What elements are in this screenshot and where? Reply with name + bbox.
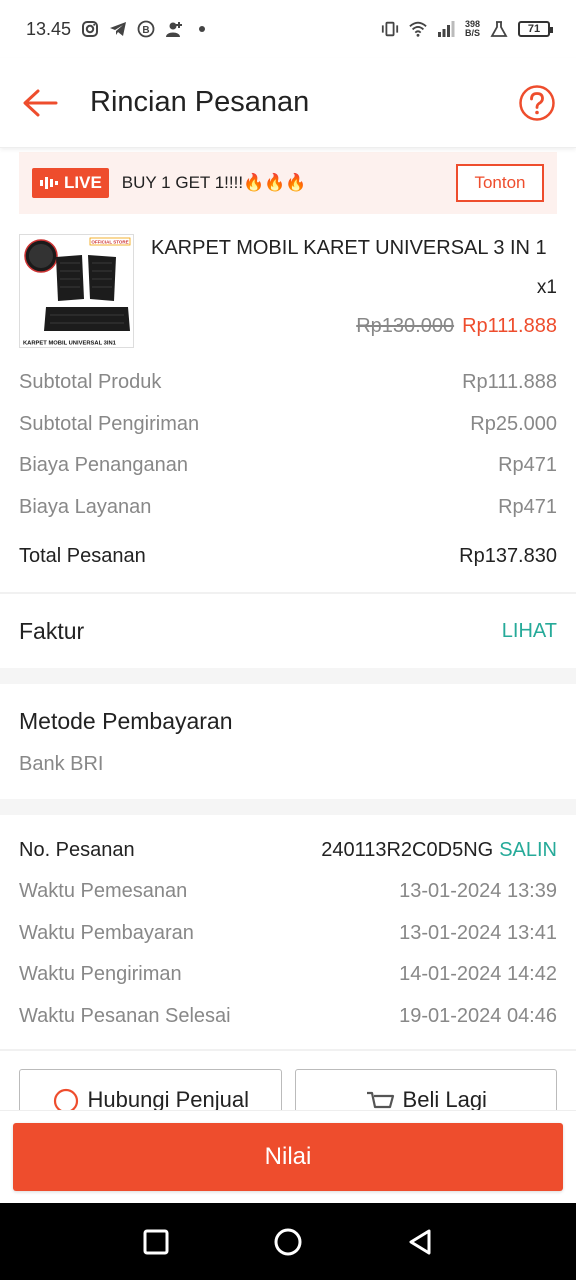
- home-button[interactable]: [268, 1222, 308, 1262]
- order-time-row: Waktu Pemesanan 13-01-2024 13:39: [19, 871, 557, 913]
- dot-icon: [199, 26, 206, 32]
- triangle-back-icon: [409, 1229, 431, 1254]
- svg-text:B: B: [142, 25, 149, 36]
- telegram-icon: [110, 22, 127, 36]
- product-quantity: x1: [536, 277, 557, 298]
- image-product-label: KARPET MOBIL UNIVERSAL 3IN1: [23, 341, 117, 347]
- product-name: KARPET MOBIL KARET UNIVERSAL 3 IN 1: [151, 237, 547, 259]
- order-time-value: 14-01-2024 14:42: [399, 963, 557, 986]
- payment-method-value: Bank BRI: [19, 753, 104, 775]
- net-speed: 398 B/S: [465, 20, 480, 38]
- order-time-label: Waktu Pembayaran: [19, 921, 194, 944]
- b-app-icon: B: [137, 20, 155, 38]
- copy-order-number-button[interactable]: SALIN: [499, 839, 557, 861]
- contact-seller-label: Hubungi Penjual: [87, 1087, 249, 1110]
- fee-row: Biaya Layanan Rp471: [19, 487, 557, 529]
- order-time-label: Waktu Pesanan Selesai: [19, 1004, 231, 1027]
- battery-icon: 71: [518, 21, 553, 37]
- fee-value: Rp471: [498, 454, 557, 477]
- back-button[interactable]: [20, 83, 60, 123]
- order-time-row: Waktu Pesanan Selesai 19-01-2024 04:46: [19, 996, 557, 1038]
- fee-label: Subtotal Pengiriman: [19, 412, 200, 435]
- arrow-left-icon: [23, 89, 58, 116]
- total-row: Total Pesanan Rp137.830: [19, 532, 557, 580]
- system-nav-bar: [0, 1203, 576, 1280]
- fee-label: Biaya Penanganan: [19, 454, 189, 477]
- invoice-label: Faktur: [19, 617, 85, 644]
- fee-value: Rp25.000: [470, 412, 557, 435]
- question-circle-icon: [519, 84, 555, 121]
- vibrate-icon: [381, 21, 399, 37]
- order-number-label: No. Pesanan: [19, 838, 135, 861]
- status-bar: 13.45 B 398 B/S 71: [0, 0, 576, 58]
- order-detail-content[interactable]: LIVE BUY 1 GET 1!!!!🔥🔥🔥 Tonton OFFICIAL …: [0, 148, 576, 1110]
- invoice-row[interactable]: Faktur LIHAT: [0, 594, 576, 668]
- fee-label: Biaya Layanan: [19, 495, 152, 518]
- buy-again-label: Beli Lagi: [402, 1087, 487, 1110]
- section-divider: [0, 668, 576, 684]
- fee-row: Biaya Penanganan Rp471: [19, 445, 557, 487]
- buy-again-button[interactable]: Beli Lagi: [294, 1069, 557, 1110]
- discounted-price: Rp111.888: [462, 315, 557, 337]
- total-label: Total Pesanan: [19, 544, 146, 567]
- view-invoice-link[interactable]: LIHAT: [502, 620, 557, 643]
- status-time: 13.45: [26, 18, 72, 39]
- payment-method-section: Metode Pembayaran Bank BRI: [0, 684, 576, 799]
- order-number-value: 240113R2C0D5NG: [321, 838, 494, 861]
- product-price: Rp130.000 Rp111.888: [151, 315, 557, 338]
- fee-value: Rp111.888: [462, 371, 557, 394]
- image-store-label: OFFICIAL STORE: [91, 240, 128, 245]
- order-time-value: 13-01-2024 13:39: [399, 880, 557, 903]
- order-time-row: Waktu Pengiriman 14-01-2024 14:42: [19, 954, 557, 996]
- product-info: KARPET MOBIL KARET UNIVERSAL 3 IN 1 x1 R…: [151, 234, 557, 352]
- recents-button[interactable]: [136, 1222, 176, 1262]
- live-bars-icon: [40, 177, 58, 189]
- wifi-icon: [409, 21, 427, 37]
- signal-icon: [437, 21, 455, 37]
- live-badge: LIVE: [32, 168, 109, 198]
- order-info-section: No. Pesanan 240113R2C0D5NG SALIN Waktu Pe…: [0, 815, 576, 1037]
- order-time-row: Waktu Pembayaran 13-01-2024 13:41: [19, 913, 557, 955]
- page-title: Rincian Pesanan: [90, 86, 310, 118]
- rate-button[interactable]: Nilai: [13, 1123, 563, 1191]
- fee-row: Subtotal Produk Rp111.888: [19, 362, 557, 404]
- back-nav-button[interactable]: [400, 1222, 440, 1262]
- live-banner-text: BUY 1 GET 1!!!!🔥🔥🔥: [121, 173, 307, 192]
- net-speed-unit: B/S: [464, 28, 480, 38]
- order-time-label: Waktu Pengiriman: [19, 963, 182, 986]
- live-badge-label: LIVE: [64, 173, 102, 192]
- car-mat-illustration: OFFICIAL STORE KARPET MOBIL UNIVERSAL 3I…: [20, 235, 133, 347]
- square-icon: [143, 1229, 169, 1254]
- instagram-icon: [82, 21, 99, 37]
- order-time-label: Waktu Pemesanan: [19, 880, 188, 903]
- fee-label: Subtotal Produk: [19, 371, 162, 394]
- order-time-value: 13-01-2024 13:41: [399, 921, 557, 944]
- flask-icon: [490, 21, 508, 37]
- product-image[interactable]: OFFICIAL STORE KARPET MOBIL UNIVERSAL 3I…: [19, 234, 134, 348]
- help-button[interactable]: [518, 84, 556, 122]
- section-divider: [0, 799, 576, 815]
- action-buttons: Hubungi Penjual Beli Lagi: [0, 1051, 576, 1110]
- order-time-value: 19-01-2024 04:46: [399, 1004, 557, 1027]
- live-banner[interactable]: LIVE BUY 1 GET 1!!!!🔥🔥🔥 Tonton: [19, 152, 557, 214]
- chat-icon: [53, 1088, 78, 1110]
- contact-seller-button[interactable]: Hubungi Penjual: [19, 1069, 282, 1110]
- cart-icon: [366, 1091, 394, 1109]
- order-number-row: No. Pesanan 240113R2C0D5NG SALIN: [19, 829, 557, 871]
- payment-method-title: Metode Pembayaran: [19, 708, 233, 734]
- watch-button[interactable]: Tonton: [456, 164, 544, 202]
- app-bar: Rincian Pesanan: [0, 58, 576, 148]
- order-number-group: 240113R2C0D5NG SALIN: [321, 839, 557, 862]
- circle-icon: [274, 1228, 302, 1255]
- fee-row: Subtotal Pengiriman Rp25.000: [19, 404, 557, 446]
- total-value: Rp137.830: [459, 544, 557, 567]
- add-person-icon: [166, 22, 183, 37]
- product-item[interactable]: OFFICIAL STORE KARPET MOBIL UNIVERSAL 3I…: [0, 214, 576, 352]
- fee-value: Rp471: [498, 495, 557, 518]
- bottom-action-bar: Nilai: [0, 1110, 576, 1203]
- payment-summary: Subtotal Produk Rp111.888 Subtotal Pengi…: [0, 362, 576, 580]
- original-price: Rp130.000: [356, 315, 455, 337]
